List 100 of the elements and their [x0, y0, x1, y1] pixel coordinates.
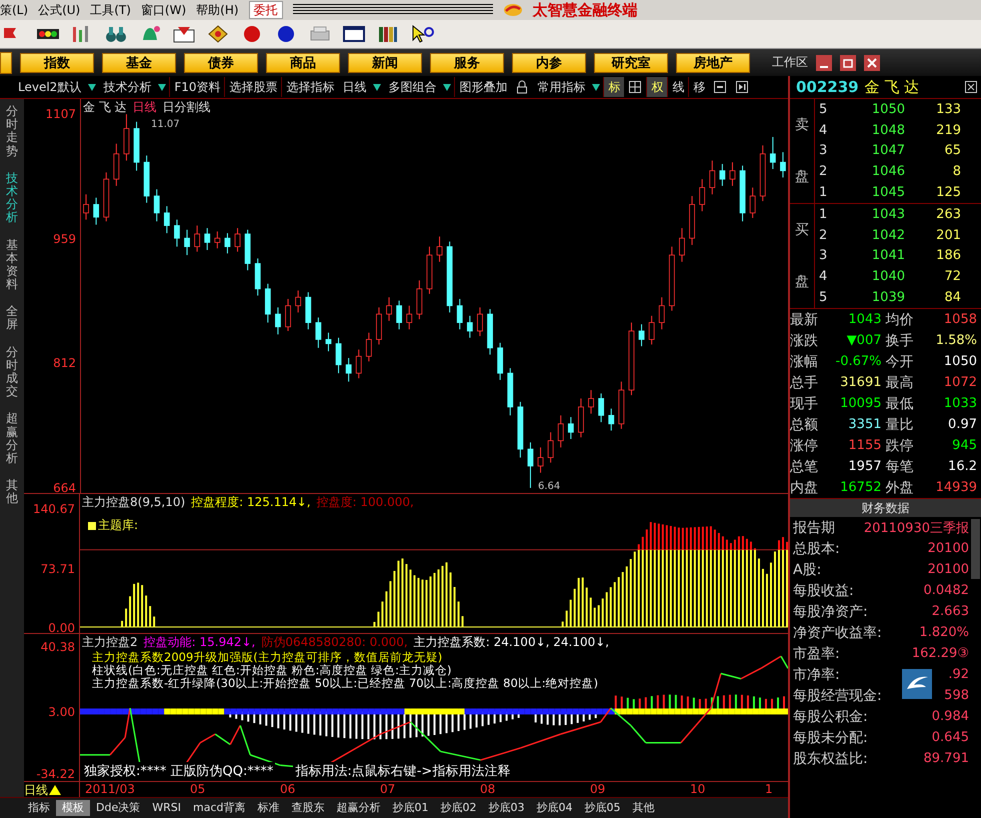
side-tab[interactable]: 基本资料 — [6, 238, 18, 292]
book-rank: 3 — [819, 143, 828, 158]
book-volume: 263 — [935, 206, 961, 222]
book-price: 1042 — [870, 228, 905, 243]
indicator-readout: 控盘程度: 125.114↓, — [191, 494, 311, 511]
indicator-tab[interactable]: 查股东 — [285, 800, 330, 816]
book-rank: 5 — [819, 102, 828, 117]
axis-label: 812 — [53, 356, 76, 370]
indicator-tab[interactable]: 超赢分析 — [330, 800, 386, 816]
indicator-tab[interactable]: 抄底01 — [386, 800, 434, 816]
nav-button[interactable]: 基金 — [102, 52, 176, 72]
indicator-tab[interactable]: 抄底02 — [434, 800, 482, 816]
nav-button[interactable]: 服务 — [430, 52, 504, 72]
indicator-tab[interactable]: 指标 — [22, 800, 56, 816]
toggle-button[interactable]: 移 — [688, 77, 710, 97]
dropdown-icon[interactable] — [373, 84, 382, 90]
envelope-icon[interactable] — [172, 24, 196, 44]
nav-button[interactable]: 研究室 — [594, 52, 668, 72]
indicator-readout: 控盘度: 100.000, — [316, 494, 414, 511]
tool-button[interactable]: 图形叠加 — [454, 77, 512, 97]
menu-button[interactable]: 常用指标 — [533, 77, 590, 97]
finance-value: 1.820% — [919, 625, 969, 640]
quote-value: 1155 — [847, 438, 882, 453]
nav-button[interactable]: 指数 — [20, 52, 94, 72]
menu-item[interactable]: 帮助(H) — [196, 2, 239, 18]
stock-code: 002239 — [796, 78, 859, 96]
quote-value: 1050 — [942, 354, 977, 369]
menu-item[interactable]: 策(L) — [0, 2, 28, 18]
restore-icon[interactable] — [840, 54, 856, 70]
books-icon[interactable] — [376, 24, 400, 44]
binoculars-icon[interactable] — [104, 24, 128, 44]
lock-icon[interactable] — [515, 80, 530, 94]
menu-item[interactable]: 窗口(W) — [140, 2, 186, 18]
skip-icon[interactable] — [735, 80, 750, 94]
candlestick — [528, 442, 534, 488]
order-button[interactable]: 委托 — [248, 1, 283, 19]
indicator-tab[interactable]: 抄底05 — [578, 800, 626, 816]
quote-value: 16752 — [839, 480, 882, 495]
indicator-tab[interactable]: 抄底04 — [530, 800, 578, 816]
toggle-button[interactable]: 标 — [603, 77, 624, 97]
side-tab[interactable]: 分时成交 — [6, 346, 18, 398]
quote-value: 14939 — [934, 480, 977, 495]
nav-button[interactable]: 债券 — [184, 52, 258, 72]
menu-item[interactable]: 工具(T) — [90, 2, 131, 18]
window-icon[interactable] — [713, 80, 728, 94]
help-cursor-icon[interactable] — [410, 24, 434, 44]
candlestick — [679, 228, 685, 262]
nav-button[interactable]: 新闻 — [348, 52, 422, 72]
workspace-label[interactable]: 工作区 — [772, 54, 808, 71]
book-label: 卖盘 — [795, 116, 809, 187]
tool-button[interactable]: F10资料 — [169, 77, 224, 97]
indicator-tab[interactable]: 模板 — [56, 800, 90, 816]
candlestick — [780, 152, 786, 178]
quote-value: 10095 — [839, 396, 882, 411]
indicator-tab[interactable]: macd背离 — [186, 800, 252, 816]
nav-button[interactable]: 内参 — [512, 52, 586, 72]
app-title: 太智慧金融终端 — [532, 0, 638, 20]
grid-icon[interactable] — [628, 80, 642, 94]
side-tab[interactable]: 全屏 — [6, 305, 18, 332]
quote-value: 1033 — [942, 396, 977, 411]
finance-header: 财务数据 — [790, 499, 981, 517]
window-icon[interactable] — [342, 24, 366, 44]
toggle-button[interactable]: 线 — [667, 77, 688, 97]
dropdown-icon[interactable] — [158, 84, 166, 90]
side-tab[interactable]: 其他 — [6, 479, 18, 506]
toggle-button[interactable]: 权 — [646, 77, 668, 97]
close-icon[interactable] — [965, 81, 977, 93]
bird-logo-icon[interactable] — [902, 669, 932, 699]
menu-button[interactable]: 多图组合 — [384, 77, 440, 97]
scrollbar[interactable] — [971, 519, 980, 579]
candlestick — [336, 337, 342, 374]
close-icon[interactable] — [864, 54, 880, 70]
side-tab[interactable]: 分时走势 — [6, 105, 18, 158]
side-tab[interactable]: 技术分析 — [6, 172, 18, 224]
axis-label: -34.22 — [36, 767, 75, 781]
menu-item[interactable]: 公式(U) — [38, 2, 80, 18]
side-tab[interactable]: 超赢分析 — [6, 412, 18, 466]
tool-button[interactable]: 选择股票 — [224, 77, 282, 97]
menu-button[interactable]: Level2默认 — [14, 77, 86, 97]
nav-button[interactable]: 商品 — [266, 52, 340, 72]
indicator-note: 主力控盘系数-红升绿降(30以上:开始控盘 50以上:已经控盘 70以上:高度控盘 80以上:绝对控盘) — [92, 677, 600, 690]
diamond-icon[interactable] — [206, 24, 230, 44]
indicator-tab[interactable]: 其他 — [626, 800, 660, 816]
dropdown-icon[interactable] — [443, 84, 452, 90]
menu-button[interactable]: 技术分析 — [99, 77, 156, 97]
indicator-tab[interactable]: 标准 — [251, 800, 286, 816]
nav-button[interactable]: 房地产 — [676, 52, 750, 72]
indicator-tab[interactable]: 抄底03 — [482, 800, 530, 816]
finance-label: A股: — [793, 560, 822, 578]
book-rank: 1 — [819, 185, 828, 200]
triangle-icon[interactable] — [49, 785, 61, 795]
indicator-tab[interactable]: WRSI — [146, 800, 187, 816]
book-volume: 186 — [935, 248, 961, 264]
tool-button[interactable]: 选择指标 — [281, 77, 338, 97]
menu-button[interactable]: 日线 — [338, 77, 370, 97]
minimize-icon[interactable] — [816, 54, 832, 70]
quote-label: 量比 — [886, 416, 914, 434]
indicator-tab[interactable]: Dde决策 — [90, 800, 146, 816]
nav-button[interactable] — [0, 52, 12, 74]
dropdown-icon[interactable] — [88, 84, 96, 90]
